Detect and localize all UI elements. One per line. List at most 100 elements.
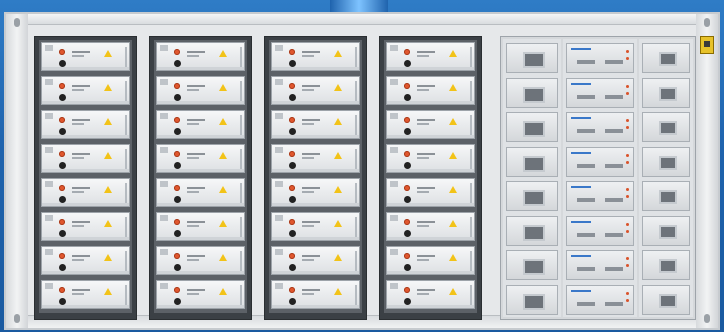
module-sublabel bbox=[302, 55, 314, 57]
module-base-stripe bbox=[157, 271, 244, 274]
module-label bbox=[417, 85, 435, 87]
high-voltage-warning-icon bbox=[219, 118, 227, 125]
module-base-stripe bbox=[387, 203, 474, 206]
battery-module bbox=[386, 212, 475, 241]
module-handle bbox=[125, 47, 127, 67]
battery-module bbox=[156, 144, 245, 173]
module-tag bbox=[45, 181, 53, 187]
module-base-stripe bbox=[387, 237, 474, 240]
module-base-stripe bbox=[42, 203, 129, 206]
battery-module bbox=[271, 76, 360, 105]
high-voltage-warning-icon bbox=[104, 152, 112, 159]
power-connector-icon bbox=[174, 196, 181, 203]
unit-brand-line bbox=[571, 117, 591, 119]
battery-module bbox=[156, 212, 245, 241]
post-bolt-hole bbox=[704, 18, 710, 27]
stop-button-icon bbox=[174, 185, 180, 191]
module-handle bbox=[355, 115, 357, 135]
stop-button-icon bbox=[289, 287, 295, 293]
module-base-stripe bbox=[42, 101, 129, 104]
power-connector-icon bbox=[404, 94, 411, 101]
module-sublabel bbox=[417, 225, 429, 227]
module-handle bbox=[240, 47, 242, 67]
module-handle bbox=[240, 115, 242, 135]
cabinet-monitor-unit bbox=[506, 250, 558, 280]
stop-button-icon bbox=[59, 219, 65, 225]
module-handle bbox=[355, 285, 357, 305]
cabinet-monitor-unit bbox=[506, 43, 558, 73]
module-base-stripe bbox=[157, 305, 244, 308]
unit-port bbox=[605, 198, 623, 202]
cabinet-monitor-unit bbox=[506, 215, 558, 246]
status-led-icon bbox=[626, 222, 629, 226]
module-handle bbox=[355, 81, 357, 101]
module-tag bbox=[275, 79, 283, 85]
power-connector-icon bbox=[404, 196, 411, 203]
battery-module bbox=[271, 178, 360, 207]
high-voltage-warning-icon bbox=[219, 220, 227, 227]
cabinet-column-middle bbox=[563, 39, 637, 317]
cabinet-monitor-unit bbox=[642, 215, 690, 246]
battery-module bbox=[41, 144, 130, 173]
module-tag bbox=[275, 113, 283, 119]
stop-button-icon bbox=[289, 49, 295, 55]
module-handle bbox=[470, 81, 472, 101]
stop-button-icon bbox=[174, 253, 180, 259]
power-connector-icon bbox=[174, 60, 181, 67]
module-label bbox=[417, 119, 435, 121]
module-base-stripe bbox=[272, 237, 359, 240]
rack-interior bbox=[39, 40, 132, 313]
module-sublabel bbox=[302, 259, 314, 261]
module-handle bbox=[470, 285, 472, 305]
module-base-stripe bbox=[387, 101, 474, 104]
battery-rack-3 bbox=[264, 36, 367, 320]
stop-button-icon bbox=[404, 185, 410, 191]
module-sublabel bbox=[187, 157, 199, 159]
stop-button-icon bbox=[174, 83, 180, 89]
high-voltage-warning-icon bbox=[219, 84, 227, 91]
unit-port bbox=[605, 301, 623, 306]
unit-port bbox=[605, 232, 623, 237]
module-tag bbox=[390, 283, 398, 289]
display-screen-icon bbox=[659, 259, 677, 273]
high-voltage-warning-icon bbox=[334, 50, 342, 57]
module-base-stripe bbox=[42, 169, 129, 172]
battery-module bbox=[386, 110, 475, 139]
stop-button-icon bbox=[289, 83, 295, 89]
status-led-icon bbox=[626, 160, 629, 164]
status-led-icon bbox=[626, 291, 629, 295]
module-tag bbox=[390, 147, 398, 153]
unit-port bbox=[577, 198, 595, 202]
power-connector-icon bbox=[289, 94, 296, 101]
cabinet-monitor-unit bbox=[642, 284, 690, 315]
power-connector-icon bbox=[59, 60, 66, 67]
module-label bbox=[187, 153, 205, 155]
display-screen-icon bbox=[523, 224, 545, 241]
power-connector-icon bbox=[59, 264, 66, 271]
module-base-stripe bbox=[387, 135, 474, 138]
module-tag bbox=[160, 147, 168, 153]
cabinet-monitor-unit bbox=[642, 181, 690, 211]
rack-interior bbox=[154, 40, 247, 313]
stop-button-icon bbox=[289, 253, 295, 259]
power-connector-icon bbox=[289, 298, 296, 305]
high-voltage-warning-icon bbox=[104, 288, 112, 295]
module-base-stripe bbox=[387, 305, 474, 308]
module-tag bbox=[275, 215, 283, 221]
stop-button-icon bbox=[59, 151, 65, 157]
module-label bbox=[417, 153, 435, 155]
stop-button-icon bbox=[59, 83, 65, 89]
module-handle bbox=[125, 81, 127, 101]
module-sublabel bbox=[302, 157, 314, 159]
module-base-stripe bbox=[157, 169, 244, 172]
module-handle bbox=[125, 183, 127, 203]
status-led-icon bbox=[626, 119, 629, 122]
battery-rack-1 bbox=[34, 36, 137, 320]
unit-port bbox=[577, 267, 595, 271]
module-handle bbox=[125, 149, 127, 169]
battery-module bbox=[271, 144, 360, 173]
cabinet-monitor-unit bbox=[642, 43, 690, 73]
module-label bbox=[302, 255, 320, 257]
module-label bbox=[417, 187, 435, 189]
module-base-stripe bbox=[272, 135, 359, 138]
